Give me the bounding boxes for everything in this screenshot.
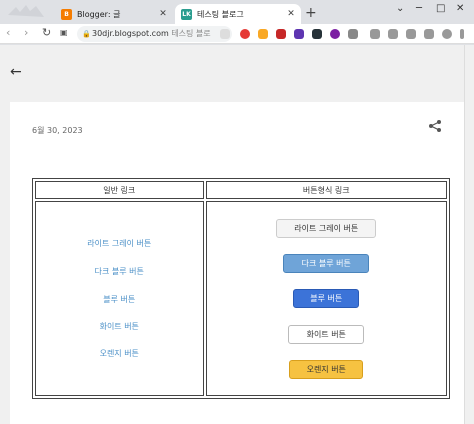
post-card: 6월 30, 2023 일반 링크 버튼형식 링크 라이트 그레이 버튼 다크 …	[10, 102, 464, 424]
tab-title: Blogger: 글	[77, 9, 121, 19]
extension-icon[interactable]	[388, 29, 398, 39]
close-icon[interactable]: ✕	[285, 9, 297, 19]
browser-toolbar: ‹ › ↻ ▣ 🔒 30djr.blogspot.com 테스팅 블로	[0, 24, 474, 44]
download-icon[interactable]	[370, 29, 380, 39]
reader-icon[interactable]: ▣	[60, 28, 68, 37]
tab-search-button[interactable]: ⌄	[396, 3, 404, 14]
tab-title: 테스팅 블로그	[197, 9, 244, 19]
button-blue[interactable]: 블루 버튼	[293, 289, 360, 308]
opera-icon[interactable]	[240, 29, 250, 39]
header-button-links: 버튼형식 링크	[205, 181, 447, 199]
button-white[interactable]: 화이트 버튼	[288, 325, 365, 344]
maximize-button[interactable]: □	[436, 3, 445, 14]
forward-nav-icon[interactable]: ›	[24, 26, 28, 39]
back-arrow-icon[interactable]: ←	[10, 64, 22, 80]
extension-icon[interactable]	[348, 29, 358, 39]
button-light-gray[interactable]: 라이트 그레이 버튼	[276, 219, 377, 238]
lock-icon: 🔒	[82, 30, 91, 38]
menu-icon[interactable]	[460, 29, 464, 39]
header-plain-links: 일반 링크	[35, 181, 204, 199]
extension-icon[interactable]	[276, 29, 286, 39]
button-dark-blue[interactable]: 다크 블루 버튼	[283, 254, 370, 273]
extension-icon[interactable]	[406, 29, 416, 39]
lk-icon: LK	[181, 8, 192, 20]
button-orange[interactable]: 오렌지 버튼	[289, 360, 364, 379]
minimize-button[interactable]: ─	[416, 3, 422, 14]
link-orange[interactable]: 오렌지 버튼	[36, 348, 203, 359]
blogger-icon: B	[61, 8, 72, 20]
settings-icon[interactable]	[220, 29, 230, 39]
page-viewport: ← 6월 30, 2023 일반 링크 버튼형식 링크 라이트 그레이 버튼 다…	[0, 45, 464, 424]
address-bar[interactable]: 🔒 30djr.blogspot.com 테스팅 블로	[77, 26, 232, 42]
page-scrollbar[interactable]	[464, 45, 474, 424]
link-dark-blue[interactable]: 다크 블루 버튼	[36, 266, 203, 277]
address-page-title: 테스팅 블로	[171, 29, 211, 38]
extension-icon[interactable]	[312, 29, 322, 39]
tab-blogger[interactable]: B Blogger: 글 ✕	[55, 4, 173, 24]
link-blue[interactable]: 블루 버튼	[36, 294, 203, 305]
link-light-gray[interactable]: 라이트 그레이 버튼	[36, 238, 203, 249]
post-date: 6월 30, 2023	[32, 126, 83, 135]
close-icon[interactable]: ✕	[157, 9, 169, 19]
bird-decoration-icon	[8, 5, 44, 17]
new-tab-button[interactable]: +	[305, 5, 317, 21]
link-white[interactable]: 화이트 버튼	[36, 321, 203, 332]
links-table: 일반 링크 버튼형식 링크 라이트 그레이 버튼 다크 블루 버튼 블루 버튼 …	[32, 178, 450, 399]
title-bar: B Blogger: 글 ✕ LK 테스팅 블로그 ✕ + ⌄ ─ □ ✕	[0, 0, 474, 24]
sidebar-icon[interactable]	[424, 29, 434, 39]
close-window-button[interactable]: ✕	[456, 3, 464, 14]
share-icon[interactable]	[428, 119, 442, 133]
back-nav-icon[interactable]: ‹	[6, 26, 10, 39]
extension-icon[interactable]	[258, 29, 268, 39]
tab-testing-blog[interactable]: LK 테스팅 블로그 ✕	[175, 4, 301, 24]
button-links-cell: 라이트 그레이 버튼 다크 블루 버튼 블루 버튼 화이트 버튼 오렌지 버튼	[205, 201, 447, 396]
reload-icon[interactable]: ↻	[42, 26, 51, 39]
profile-icon[interactable]	[442, 29, 452, 39]
extension-icon[interactable]	[330, 29, 340, 39]
extension-icon[interactable]	[294, 29, 304, 39]
address-host: 30djr.blogspot.com	[92, 29, 169, 38]
plain-links-cell: 라이트 그레이 버튼 다크 블루 버튼 블루 버튼 화이트 버튼 오렌지 버튼	[35, 201, 204, 396]
